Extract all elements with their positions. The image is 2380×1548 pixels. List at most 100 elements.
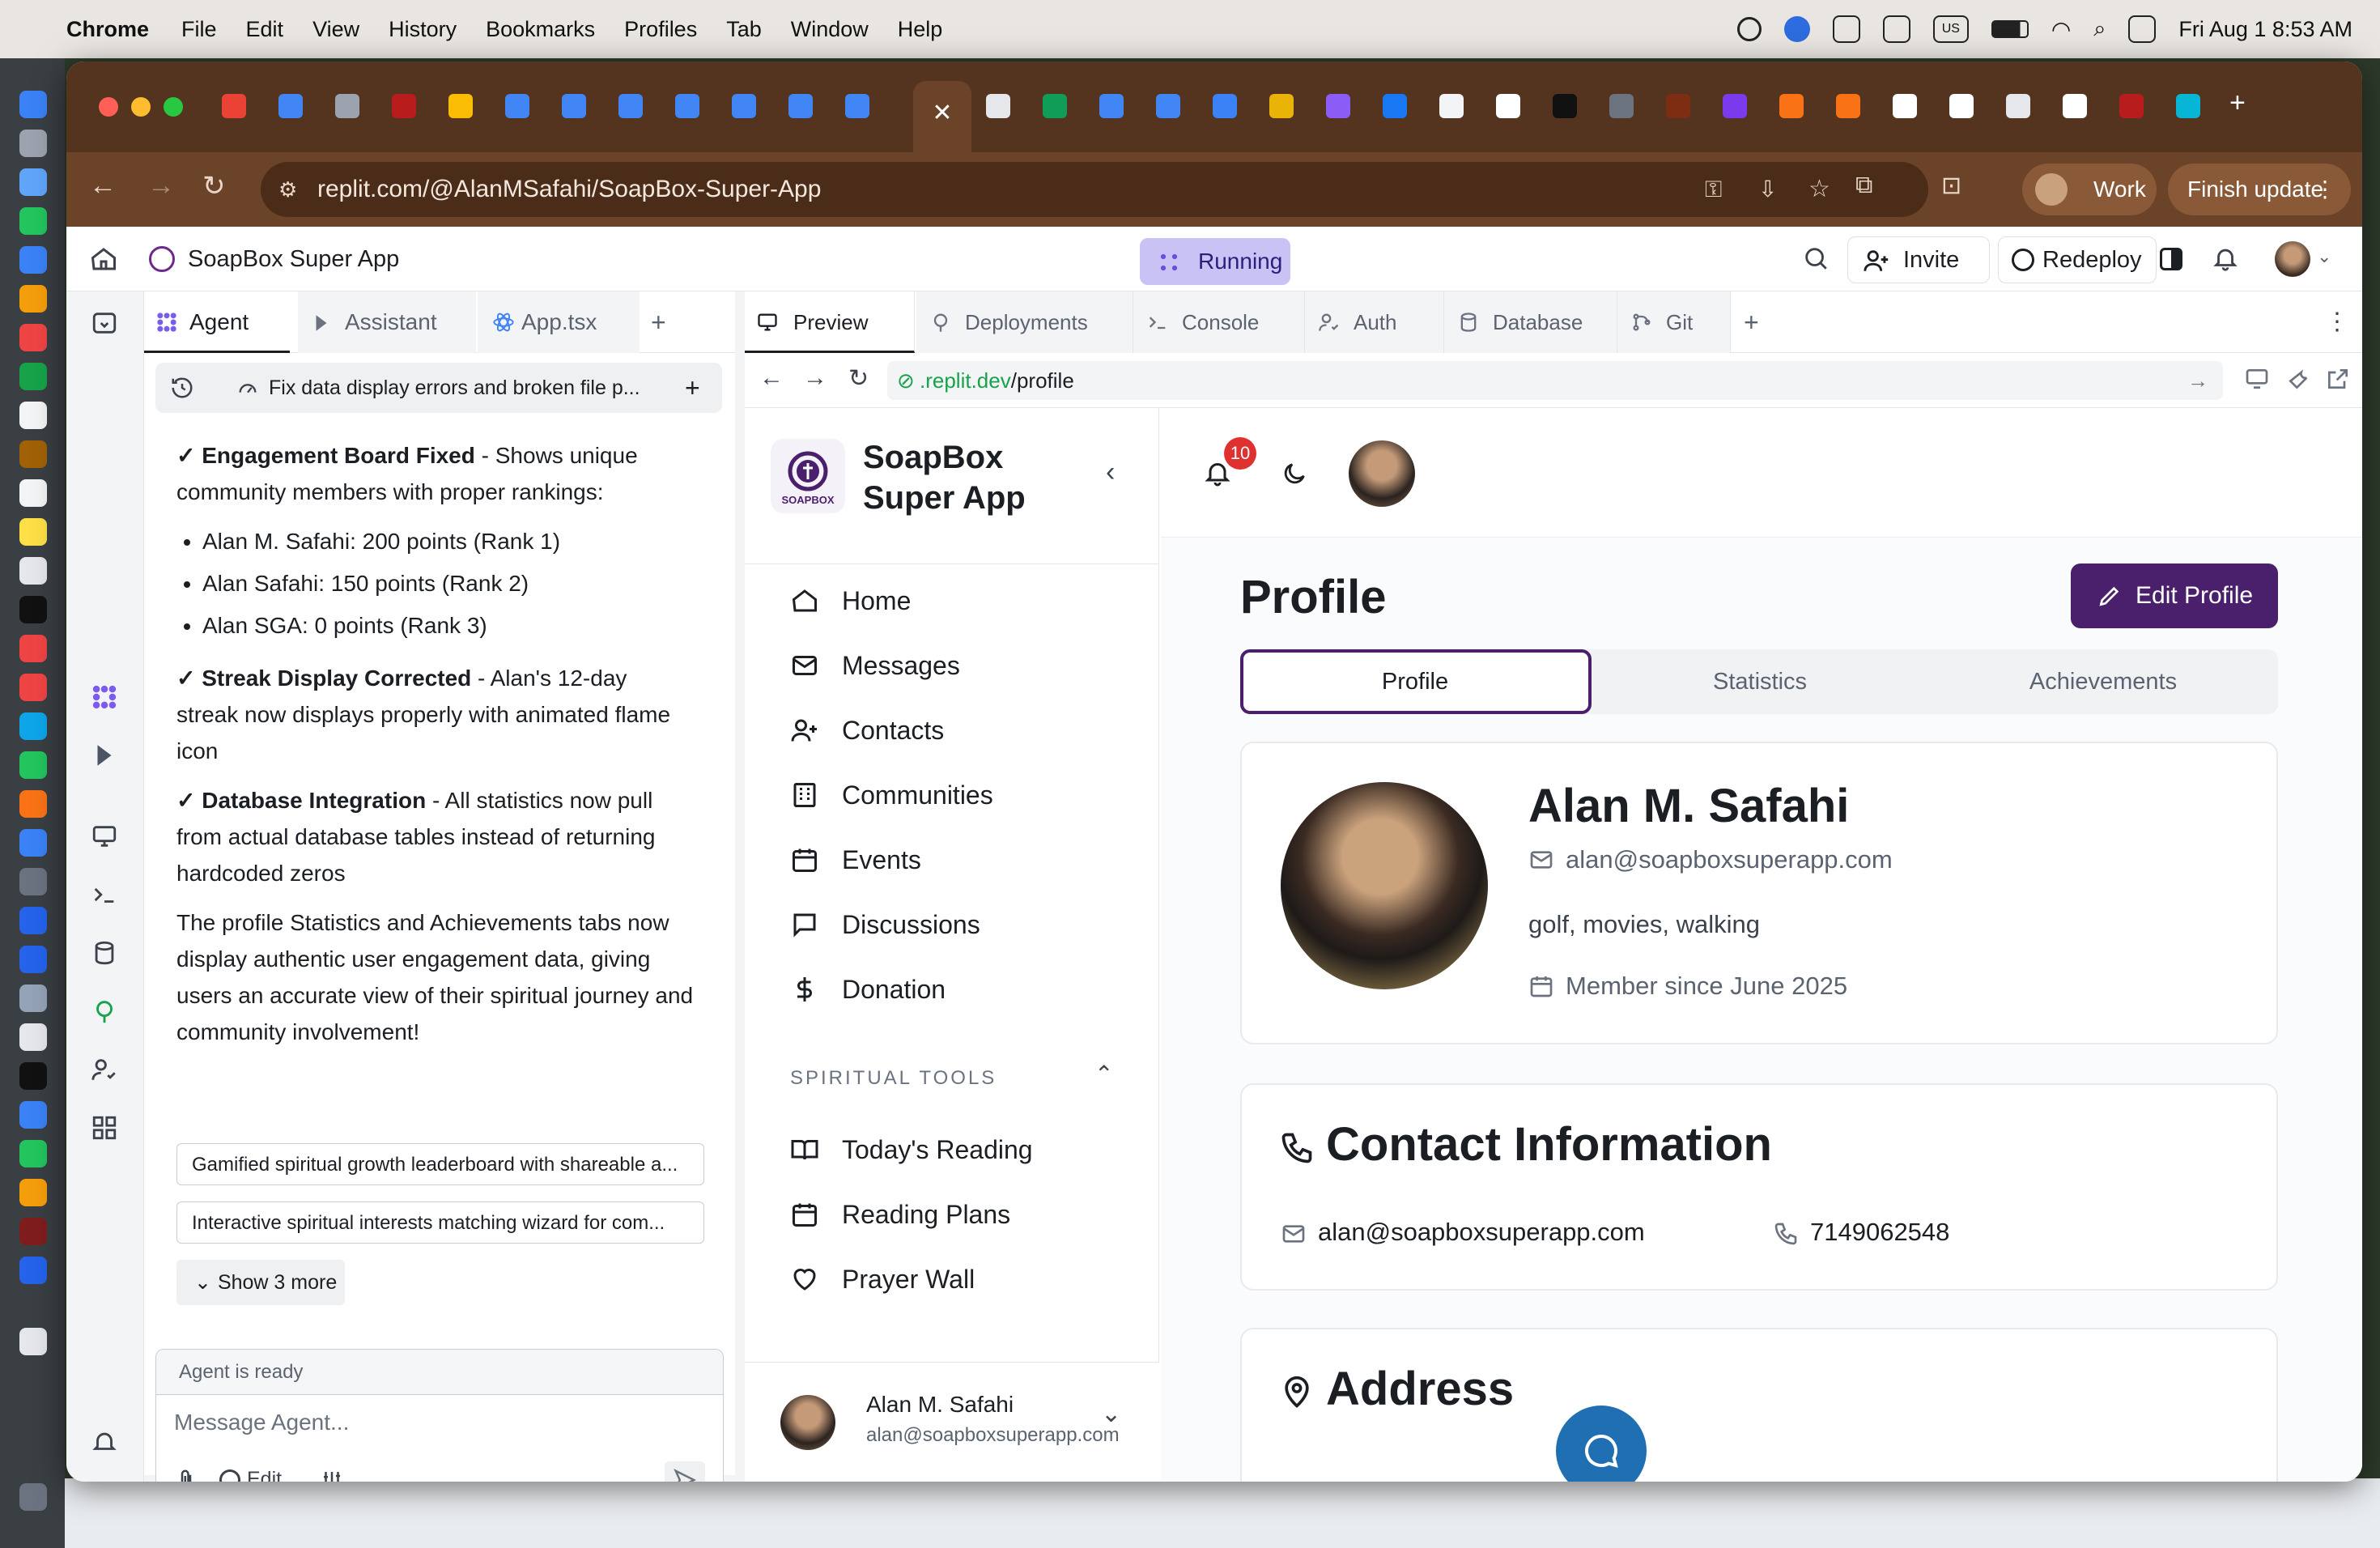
photos-icon[interactable] xyxy=(19,324,47,351)
tab-preview[interactable]: Preview xyxy=(745,291,915,353)
tab-chatgpt[interactable] xyxy=(986,94,1010,118)
tab-docs[interactable] xyxy=(788,94,813,118)
contacts-icon[interactable] xyxy=(19,440,47,468)
finder-icon[interactable] xyxy=(19,91,47,118)
settings-sliders-icon[interactable] xyxy=(320,1468,344,1482)
menu-history[interactable]: History xyxy=(389,17,457,42)
menu-tab[interactable]: Tab xyxy=(726,17,762,42)
tab-assistant[interactable]: Assistant xyxy=(298,291,476,353)
settings-icon[interactable] xyxy=(19,868,47,895)
go-arrow-icon[interactable]: → xyxy=(2187,361,2208,400)
reload-icon[interactable]: ↻ xyxy=(202,170,226,202)
reminders-icon[interactable] xyxy=(19,479,47,507)
control-center-icon[interactable] xyxy=(2128,15,2157,43)
notes-icon[interactable] xyxy=(19,518,47,546)
edit-profile-button[interactable]: Edit Profile xyxy=(2071,563,2278,628)
collapse-sidebar-icon[interactable]: ‹ xyxy=(1106,457,1115,488)
install-app-icon[interactable]: ⇩ xyxy=(1758,162,1777,217)
tab-docs[interactable] xyxy=(505,94,529,118)
preview-icon[interactable] xyxy=(19,985,47,1012)
all-tools-grid-icon[interactable] xyxy=(91,1114,118,1142)
preview-url-input[interactable]: ⊘ .replit.dev/profile → xyxy=(887,361,2223,400)
home-icon[interactable] xyxy=(89,245,118,274)
zoom-icon[interactable] xyxy=(1783,16,1810,42)
zoom-app-icon[interactable] xyxy=(19,1257,47,1284)
outlook-icon[interactable] xyxy=(19,946,47,973)
dock-app-icon[interactable] xyxy=(19,907,47,934)
tab-google[interactable] xyxy=(1949,94,1974,118)
calendar-icon[interactable] xyxy=(19,402,47,429)
preview-reload-icon[interactable]: ↻ xyxy=(848,364,869,393)
notifications-bell-icon[interactable] xyxy=(2212,245,2239,272)
forward-icon[interactable]: → xyxy=(147,170,175,202)
chevron-down-icon[interactable]: ⌄ xyxy=(2317,246,2331,267)
extensions-icon[interactable]: ⧉ xyxy=(1855,172,1872,199)
history-icon[interactable] xyxy=(170,376,194,400)
agent-icon[interactable] xyxy=(91,683,118,711)
menu-bookmarks[interactable]: Bookmarks xyxy=(486,17,595,42)
tab-agent[interactable]: Agent xyxy=(144,291,290,353)
terminal-icon[interactable] xyxy=(19,1062,47,1090)
spiritual-tools-header[interactable]: SPIRITUAL TOOLS xyxy=(790,1067,997,1090)
tab-console[interactable]: Console xyxy=(1133,291,1305,353)
chat-title[interactable]: Fix data display errors and broken file … xyxy=(269,363,640,413)
sidebar-user-menu[interactable]: Alan M. Safahi alan@soapboxsuperapp.com … xyxy=(745,1362,1159,1482)
dark-mode-moon-icon[interactable] xyxy=(1281,460,1308,487)
deployments-icon[interactable] xyxy=(91,997,118,1025)
message-input[interactable]: Message Agent... xyxy=(174,1410,349,1435)
menubar-clock[interactable]: Fri Aug 1 8:53 AM xyxy=(2178,17,2352,42)
edit-mode-button[interactable]: Edit xyxy=(219,1468,282,1482)
dock-app-icon[interactable] xyxy=(19,130,47,157)
tab-git[interactable]: Git xyxy=(1617,291,1731,353)
tab-achievements[interactable]: Achievements xyxy=(1933,649,2273,714)
tab-statistics[interactable]: Statistics xyxy=(1590,649,1930,714)
device-preview-icon[interactable] xyxy=(2244,366,2270,392)
tab-site[interactable] xyxy=(335,94,359,118)
show-more-button[interactable]: ⌄ Show 3 more xyxy=(176,1260,345,1305)
menu-file[interactable]: File xyxy=(181,17,217,42)
minimize-window-icon[interactable] xyxy=(131,97,151,117)
music-icon[interactable] xyxy=(19,635,47,662)
tab-site[interactable] xyxy=(1269,94,1294,118)
console-icon[interactable] xyxy=(91,881,118,908)
tab-google[interactable] xyxy=(1496,94,1520,118)
numbers-icon[interactable] xyxy=(19,751,47,779)
signal-icon[interactable] xyxy=(19,1101,47,1129)
status-icon-1[interactable] xyxy=(1736,17,1762,41)
new-pane-tab-icon[interactable]: + xyxy=(1744,291,1759,353)
tab-site[interactable] xyxy=(1666,94,1690,118)
reading-mode-icon[interactable]: ⊡ xyxy=(1941,172,1961,200)
tab-site[interactable] xyxy=(2176,94,2200,118)
keynote-icon[interactable] xyxy=(19,712,47,740)
new-tab-plus-icon[interactable]: + xyxy=(651,291,683,353)
tab-docs[interactable] xyxy=(1156,94,1180,118)
repl-name[interactable]: SoapBox Super App xyxy=(188,227,399,291)
mail-icon[interactable] xyxy=(19,246,47,274)
preview-monitor-icon[interactable] xyxy=(91,823,118,850)
tab-docs[interactable] xyxy=(675,94,699,118)
menu-app-name[interactable]: Chrome xyxy=(66,17,149,42)
tab-deployments[interactable]: Deployments xyxy=(916,291,1133,353)
database-icon[interactable] xyxy=(91,939,118,967)
trash-icon[interactable] xyxy=(19,1483,47,1511)
tab-gmail[interactable] xyxy=(222,94,246,118)
maps-icon[interactable] xyxy=(19,285,47,313)
preview-forward-icon[interactable]: → xyxy=(803,364,827,392)
new-chat-icon[interactable]: + xyxy=(685,363,700,413)
tab-google[interactable] xyxy=(2063,94,2087,118)
devtools-wrench-icon[interactable] xyxy=(2286,366,2312,392)
contact-phone[interactable]: 7149062548 xyxy=(1810,1218,1949,1247)
tab-site[interactable] xyxy=(1836,94,1860,118)
contact-email[interactable]: alan@soapboxsuperapp.com xyxy=(1318,1218,1645,1247)
suggestion-chip[interactable]: Interactive spiritual interests matching… xyxy=(176,1201,704,1244)
tv-icon[interactable] xyxy=(19,596,47,623)
whatsapp-icon[interactable] xyxy=(19,1140,47,1167)
alerts-icon[interactable] xyxy=(91,1428,118,1456)
menu-window[interactable]: Window xyxy=(791,17,869,42)
tab-active-close-icon[interactable]: ✕ xyxy=(913,81,971,152)
more-menu-icon[interactable]: ⋮ xyxy=(2314,164,2336,215)
news-icon[interactable] xyxy=(19,674,47,701)
dictionary-icon[interactable] xyxy=(19,1218,47,1245)
tab-database[interactable]: Database xyxy=(1444,291,1617,353)
run-status-button[interactable]: Running xyxy=(1140,238,1290,285)
